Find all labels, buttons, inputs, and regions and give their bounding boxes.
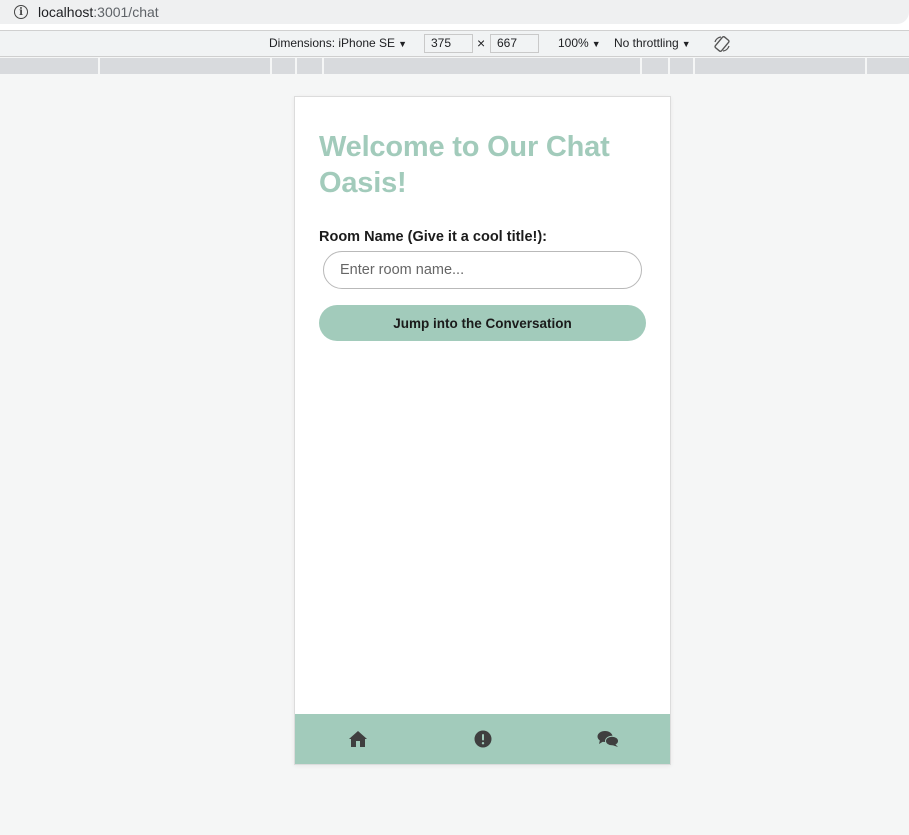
throttling-dropdown[interactable]: No throttling ▼	[614, 36, 691, 50]
join-conversation-button[interactable]: Jump into the Conversation	[319, 305, 646, 341]
nav-home-button[interactable]	[338, 719, 378, 759]
home-icon	[348, 731, 367, 747]
device-width-input[interactable]: 375	[424, 34, 473, 53]
nav-chat-button[interactable]	[588, 719, 628, 759]
info-icon[interactable]: i	[14, 5, 28, 19]
device-toolbar: Dimensions: iPhone SE ▼ 375 × 667 100% ▼ N…	[0, 30, 909, 57]
rotate-icon[interactable]	[712, 34, 732, 54]
url-path: :3001/chat	[93, 4, 159, 20]
room-name-input[interactable]	[323, 251, 642, 289]
media-query-marker	[270, 58, 272, 74]
url-host: localhost	[38, 4, 94, 20]
room-name-label: Room Name (Give it a cool title!):	[319, 229, 547, 245]
nav-alert-button[interactable]	[463, 719, 503, 759]
media-query-marker	[98, 58, 100, 74]
browser-address-bar: i localhost:3001/chat	[0, 0, 909, 30]
media-query-marker	[668, 58, 670, 74]
alert-icon	[474, 730, 491, 748]
device-dimensions-dropdown[interactable]: Dimensions: iPhone SE ▼	[269, 36, 407, 50]
device-height-input[interactable]: 667	[490, 34, 539, 53]
throttling-label: No throttling	[614, 36, 679, 50]
caret-down-icon: ▼	[398, 39, 407, 49]
media-query-marker	[865, 58, 867, 74]
url-field[interactable]: i localhost:3001/chat	[0, 0, 909, 24]
media-query-marker	[640, 58, 642, 74]
page-title: Welcome to Our Chat Oasis!	[319, 131, 610, 199]
device-viewport: Welcome to Our Chat Oasis! Room Name (Gi…	[294, 96, 671, 765]
comments-icon	[597, 731, 619, 747]
zoom-dropdown[interactable]: 100% ▼	[558, 36, 601, 50]
media-query-marker	[322, 58, 324, 74]
caret-down-icon: ▼	[591, 39, 601, 49]
join-room-form: Welcome to Our Chat Oasis! Room Name (Gi…	[319, 129, 647, 341]
media-query-marker	[295, 58, 297, 74]
media-query-marker	[693, 58, 695, 74]
media-query-bar[interactable]	[0, 58, 909, 74]
device-dimensions-label: Dimensions: iPhone SE	[269, 36, 396, 50]
caret-down-icon: ▼	[681, 39, 691, 49]
zoom-label: 100%	[558, 36, 589, 50]
bottom-nav	[295, 714, 670, 764]
dimension-separator: ×	[477, 35, 486, 51]
